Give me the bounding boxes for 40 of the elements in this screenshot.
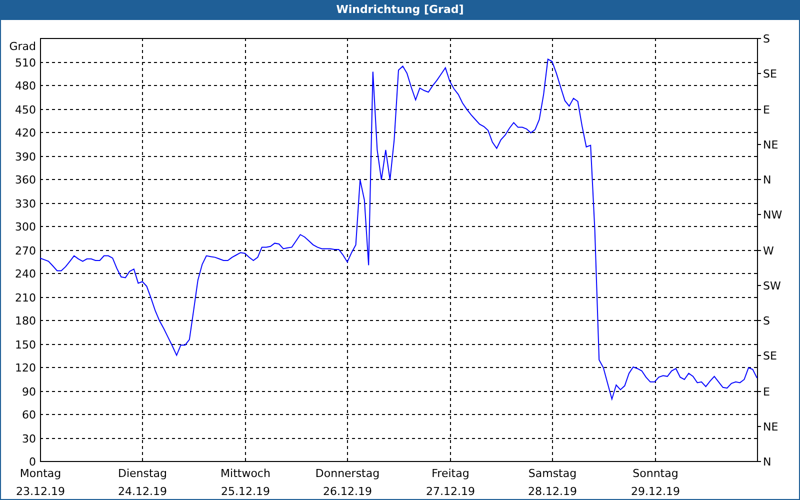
window-title: Windrichtung [Grad] xyxy=(336,2,464,18)
x-tick-label: Donnerstag 26.12.19 xyxy=(315,467,380,498)
y-tick-label: 210 xyxy=(15,292,36,304)
y-tick-label: 270 xyxy=(15,244,36,258)
compass-tick-label: E xyxy=(763,386,770,398)
y-tick-label: 60 xyxy=(22,408,36,422)
compass-tick-label: N xyxy=(763,174,772,186)
y-axis-title: Grad xyxy=(9,40,36,53)
y-tick-label: 510 xyxy=(15,56,36,70)
y-tick-label: 450 xyxy=(15,104,36,116)
compass-tick-label: SW xyxy=(763,280,781,292)
y-tick-label: 390 xyxy=(15,150,36,164)
x-tick-label: Mittwoch 25.12.19 xyxy=(220,467,270,498)
y-tick-label: 150 xyxy=(15,338,36,352)
compass-tick-label: S xyxy=(763,32,770,46)
y-tick-label: 180 xyxy=(15,314,36,328)
compass-tick-label: W xyxy=(763,244,774,258)
y-tick-label: 120 xyxy=(15,362,36,374)
x-tick-label: Freitag 27.12.19 xyxy=(426,467,475,498)
compass-tick-label: E xyxy=(763,104,770,116)
y-tick-label: 240 xyxy=(15,268,36,280)
compass-tick-label: SE xyxy=(763,350,777,362)
compass-tick-label: N xyxy=(763,456,772,468)
compass-tick-label: NW xyxy=(763,208,782,222)
compass-tick-label: NE xyxy=(763,138,778,152)
y-tick-label: 480 xyxy=(15,80,36,92)
x-tick-label: Samstag 28.12.19 xyxy=(528,467,577,498)
y-tick-label: 330 xyxy=(15,198,36,210)
y-tick-label: 360 xyxy=(15,174,36,186)
y-tick-label: 30 xyxy=(22,432,36,446)
compass-tick-label: NE xyxy=(763,420,778,434)
y-tick-label: 420 xyxy=(15,126,36,140)
compass-tick-label: SE xyxy=(763,68,777,80)
x-tick-label: Sonntag 29.12.19 xyxy=(631,467,680,498)
y-tick-label: 90 xyxy=(22,386,36,398)
x-tick-label: Montag 23.12.19 xyxy=(16,467,65,498)
x-tick-label: Dienstag 24.12.19 xyxy=(118,467,168,498)
y-tick-label: 300 xyxy=(15,220,36,234)
y-tick-label: 0 xyxy=(29,456,36,468)
compass-tick-label: S xyxy=(763,314,770,328)
